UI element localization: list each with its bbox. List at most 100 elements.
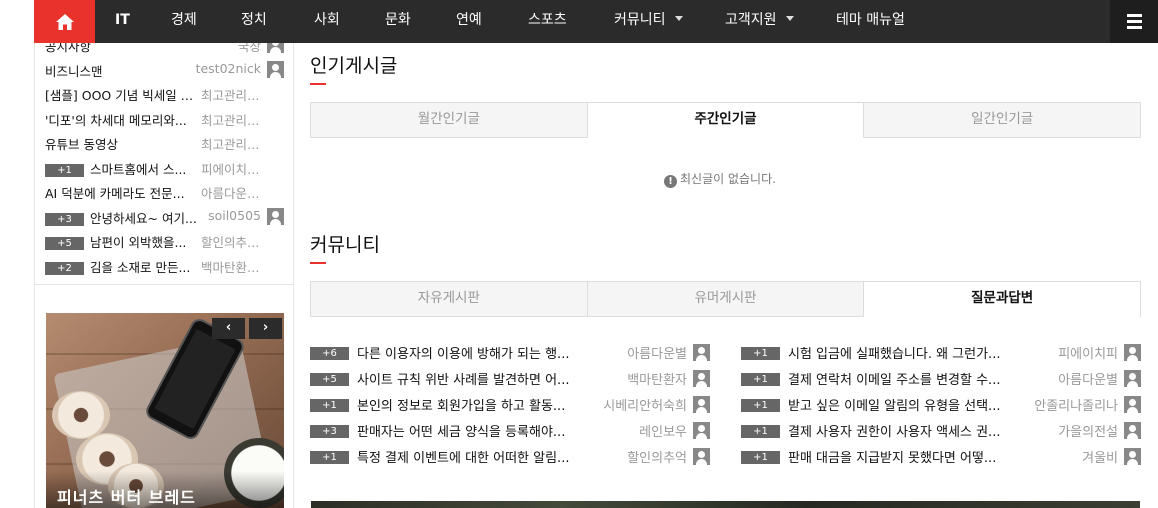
list-item[interactable]: +1 결제 사용자 권한이 사용자 액세스 권... 가을의전설 — [741, 417, 1141, 443]
post-title[interactable]: 공지사항 — [45, 43, 197, 55]
post-author: 아름다운별 — [1058, 373, 1118, 388]
nav-label: 스포츠 — [528, 12, 567, 28]
user-icon — [1124, 422, 1141, 439]
menu-button[interactable] — [1110, 0, 1158, 43]
comment-count-badge: +3 — [45, 212, 84, 226]
post-title[interactable]: 남편이 외박했을... — [90, 235, 186, 250]
list-item[interactable]: +1 받고 싶은 이메일 알림의 유형을 선택... 안졸리나졸리나 — [741, 391, 1141, 417]
image-slider[interactable]: ‹ › 피너츠 버터 브레드 — [46, 313, 284, 508]
community-post-list-left: +6 다른 이용자의 이용에 방해가 되는 행... 아름다운별 +5 사이트 … — [310, 339, 710, 469]
list-item[interactable]: +6 다른 이용자의 이용에 방해가 되는 행... 아름다운별 — [310, 339, 710, 365]
list-item[interactable]: +1 시험 입금에 실패했습니다. 왜 그런가... 피에이치피 — [741, 339, 1141, 365]
post-author: 피에이치피 — [1058, 347, 1118, 362]
nav-label: 고객지원 — [725, 12, 777, 28]
donut-image — [52, 391, 110, 439]
nav-item-politics[interactable]: 정치 — [241, 0, 267, 43]
post-title[interactable]: 시험 입금에 실패했습니다. 왜 그런가... — [788, 343, 1020, 362]
user-icon — [267, 43, 284, 53]
post-title[interactable]: 김을 소재로 만든... — [90, 260, 190, 275]
user-icon — [693, 422, 710, 439]
nav-label: 정치 — [241, 12, 267, 28]
post-author: 최고관리자... — [201, 137, 263, 152]
user-icon — [1124, 344, 1141, 361]
list-item[interactable]: +5 남편이 외박했을... 할인의추억... — [45, 228, 285, 253]
list-item[interactable]: '디포'의 차세대 메모리와... 최고관리자... — [45, 106, 285, 131]
list-item[interactable]: 공지사항 국장 — [45, 43, 285, 57]
nav-item-society[interactable]: 사회 — [314, 0, 340, 43]
list-item[interactable]: +1 스마트홈에서 스... 피에이치피... — [45, 155, 285, 180]
post-author: 백마탄환자 — [627, 373, 687, 388]
community-post-list-right: +1 시험 입금에 실패했습니다. 왜 그런가... 피에이치피 +1 결제 연… — [741, 339, 1141, 469]
post-title[interactable]: 안녕하세요~ 여기... — [90, 211, 197, 226]
nav-item-culture[interactable]: 문화 — [385, 0, 411, 43]
nav-item-sports[interactable]: 스포츠 — [528, 0, 567, 43]
main-content: 인기게시글 월간인기글 주간인기글 일간인기글 ! 최신글이 없습니다. 커뮤니티… — [294, 43, 1158, 508]
hamburger-menu-icon — [1126, 14, 1142, 29]
tab-weekly-popular[interactable]: 주간인기글 — [587, 102, 865, 138]
post-title[interactable]: 본인의 정보로 회원가입을 하고 활동... — [357, 395, 589, 414]
sidebar-divider — [35, 284, 293, 285]
post-title[interactable]: 특정 결제 이벤트에 대한 어떠한 알림... — [357, 447, 589, 466]
tab-qna-board[interactable]: 질문과답변 — [864, 281, 1142, 317]
nav-item-it[interactable]: IT — [115, 0, 130, 43]
post-title[interactable]: [샘플] OOO 기념 빅세일 쿠... — [45, 85, 197, 104]
post-title[interactable]: 비즈니스맨 — [45, 61, 197, 80]
list-item[interactable]: +3 안녕하세요~ 여기... soil0505 — [45, 204, 285, 229]
post-title[interactable]: 유튜브 동영상 — [45, 134, 197, 153]
chevron-down-icon — [785, 15, 794, 21]
list-item[interactable]: +1 특정 결제 이벤트에 대한 어떠한 알림... 할인의추억 — [310, 443, 710, 469]
post-title[interactable]: AI 덕분에 카메라도 전문... — [45, 183, 197, 202]
list-item[interactable]: 비즈니스맨 test02nick — [45, 57, 285, 82]
post-title[interactable]: 받고 싶은 이메일 알림의 유형을 선택... — [788, 395, 1020, 414]
list-item[interactable]: AI 덕분에 카메라도 전문... 아름다운별... — [45, 179, 285, 204]
post-title[interactable]: 판매 대금을 지급받지 못했다면 어떻... — [788, 447, 1020, 466]
post-title[interactable]: 사이트 규칙 위반 사례를 발견하면 어... — [357, 369, 589, 388]
nav-item-entertainment[interactable]: 연예 — [456, 0, 482, 43]
slide-caption: 피너츠 버터 브레드 — [46, 471, 284, 508]
list-item[interactable]: 유튜브 동영상 최고관리자... — [45, 130, 285, 155]
post-author: 시베리안허숙희 — [603, 399, 687, 414]
post-author: 국장 — [237, 43, 261, 54]
chevron-left-icon: ‹ — [225, 320, 232, 335]
post-title[interactable]: 결제 사용자 권한이 사용자 액세스 권... — [788, 421, 1020, 440]
nav-item-theme-manual[interactable]: 테마 매뉴얼 — [836, 0, 905, 43]
empty-message-text: 최신글이 없습니다. — [680, 172, 776, 186]
post-title[interactable]: 결제 연락처 이메일 주소를 변경할 수... — [788, 369, 1020, 388]
nav-item-community[interactable]: 커뮤니티 — [614, 0, 683, 43]
user-icon — [693, 396, 710, 413]
list-item[interactable]: [샘플] OOO 기념 빅세일 쿠... 최고관리자... — [45, 81, 285, 106]
list-item[interactable]: +3 판매자는 어떤 세금 양식을 등록해야... 레인보우 — [310, 417, 710, 443]
home-button[interactable] — [34, 0, 95, 43]
list-item[interactable]: +1 판매 대금을 지급받지 못했다면 어떻... 겨울비 — [741, 443, 1141, 469]
nav-item-economy[interactable]: 경제 — [171, 0, 197, 43]
post-author: 겨울비 — [1082, 451, 1118, 466]
slide-prev-button[interactable]: ‹ — [212, 318, 245, 339]
tab-monthly-popular[interactable]: 월간인기글 — [310, 102, 588, 138]
list-item[interactable]: +1 결제 연락처 이메일 주소를 변경할 수... 아름다운별 — [741, 365, 1141, 391]
banner-image[interactable] — [311, 501, 1140, 508]
nav-item-support[interactable]: 고객지원 — [725, 0, 794, 43]
post-title[interactable]: 다른 이용자의 이용에 방해가 되는 행... — [357, 343, 589, 362]
user-icon — [267, 60, 284, 78]
chevron-right-icon: › — [262, 320, 269, 335]
post-author: 안졸리나졸리나 — [1034, 399, 1118, 414]
tab-free-board[interactable]: 자유게시판 — [310, 281, 588, 317]
post-author: 레인보우 — [639, 425, 687, 440]
slide-next-button[interactable]: › — [249, 318, 282, 339]
popular-tabs: 월간인기글 주간인기글 일간인기글 — [310, 102, 1142, 138]
list-item[interactable]: +1 본인의 정보로 회원가입을 하고 활동... 시베리안허숙희 — [310, 391, 710, 417]
post-title[interactable]: 판매자는 어떤 세금 양식을 등록해야... — [357, 421, 589, 440]
comment-count-badge: +6 — [310, 347, 349, 360]
empty-message: ! 최신글이 없습니다. — [664, 170, 776, 188]
tab-daily-popular[interactable]: 일간인기글 — [864, 102, 1142, 138]
list-item[interactable]: +2 김을 소재로 만든... 백마탄환자... — [45, 253, 285, 278]
nav-label: 경제 — [171, 12, 197, 28]
post-title[interactable]: '디포'의 차세대 메모리와... — [45, 110, 197, 129]
tab-humor-board[interactable]: 유머게시판 — [587, 281, 865, 317]
slide-caption-text[interactable]: 피너츠 버터 브레드 — [57, 484, 196, 508]
post-author: 피에이치피... — [201, 161, 263, 177]
chevron-down-icon — [674, 15, 683, 21]
post-title[interactable]: 스마트홈에서 스... — [90, 162, 186, 177]
list-item[interactable]: +5 사이트 규칙 위반 사례를 발견하면 어... 백마탄환자 — [310, 365, 710, 391]
nav-label: 사회 — [314, 12, 340, 28]
